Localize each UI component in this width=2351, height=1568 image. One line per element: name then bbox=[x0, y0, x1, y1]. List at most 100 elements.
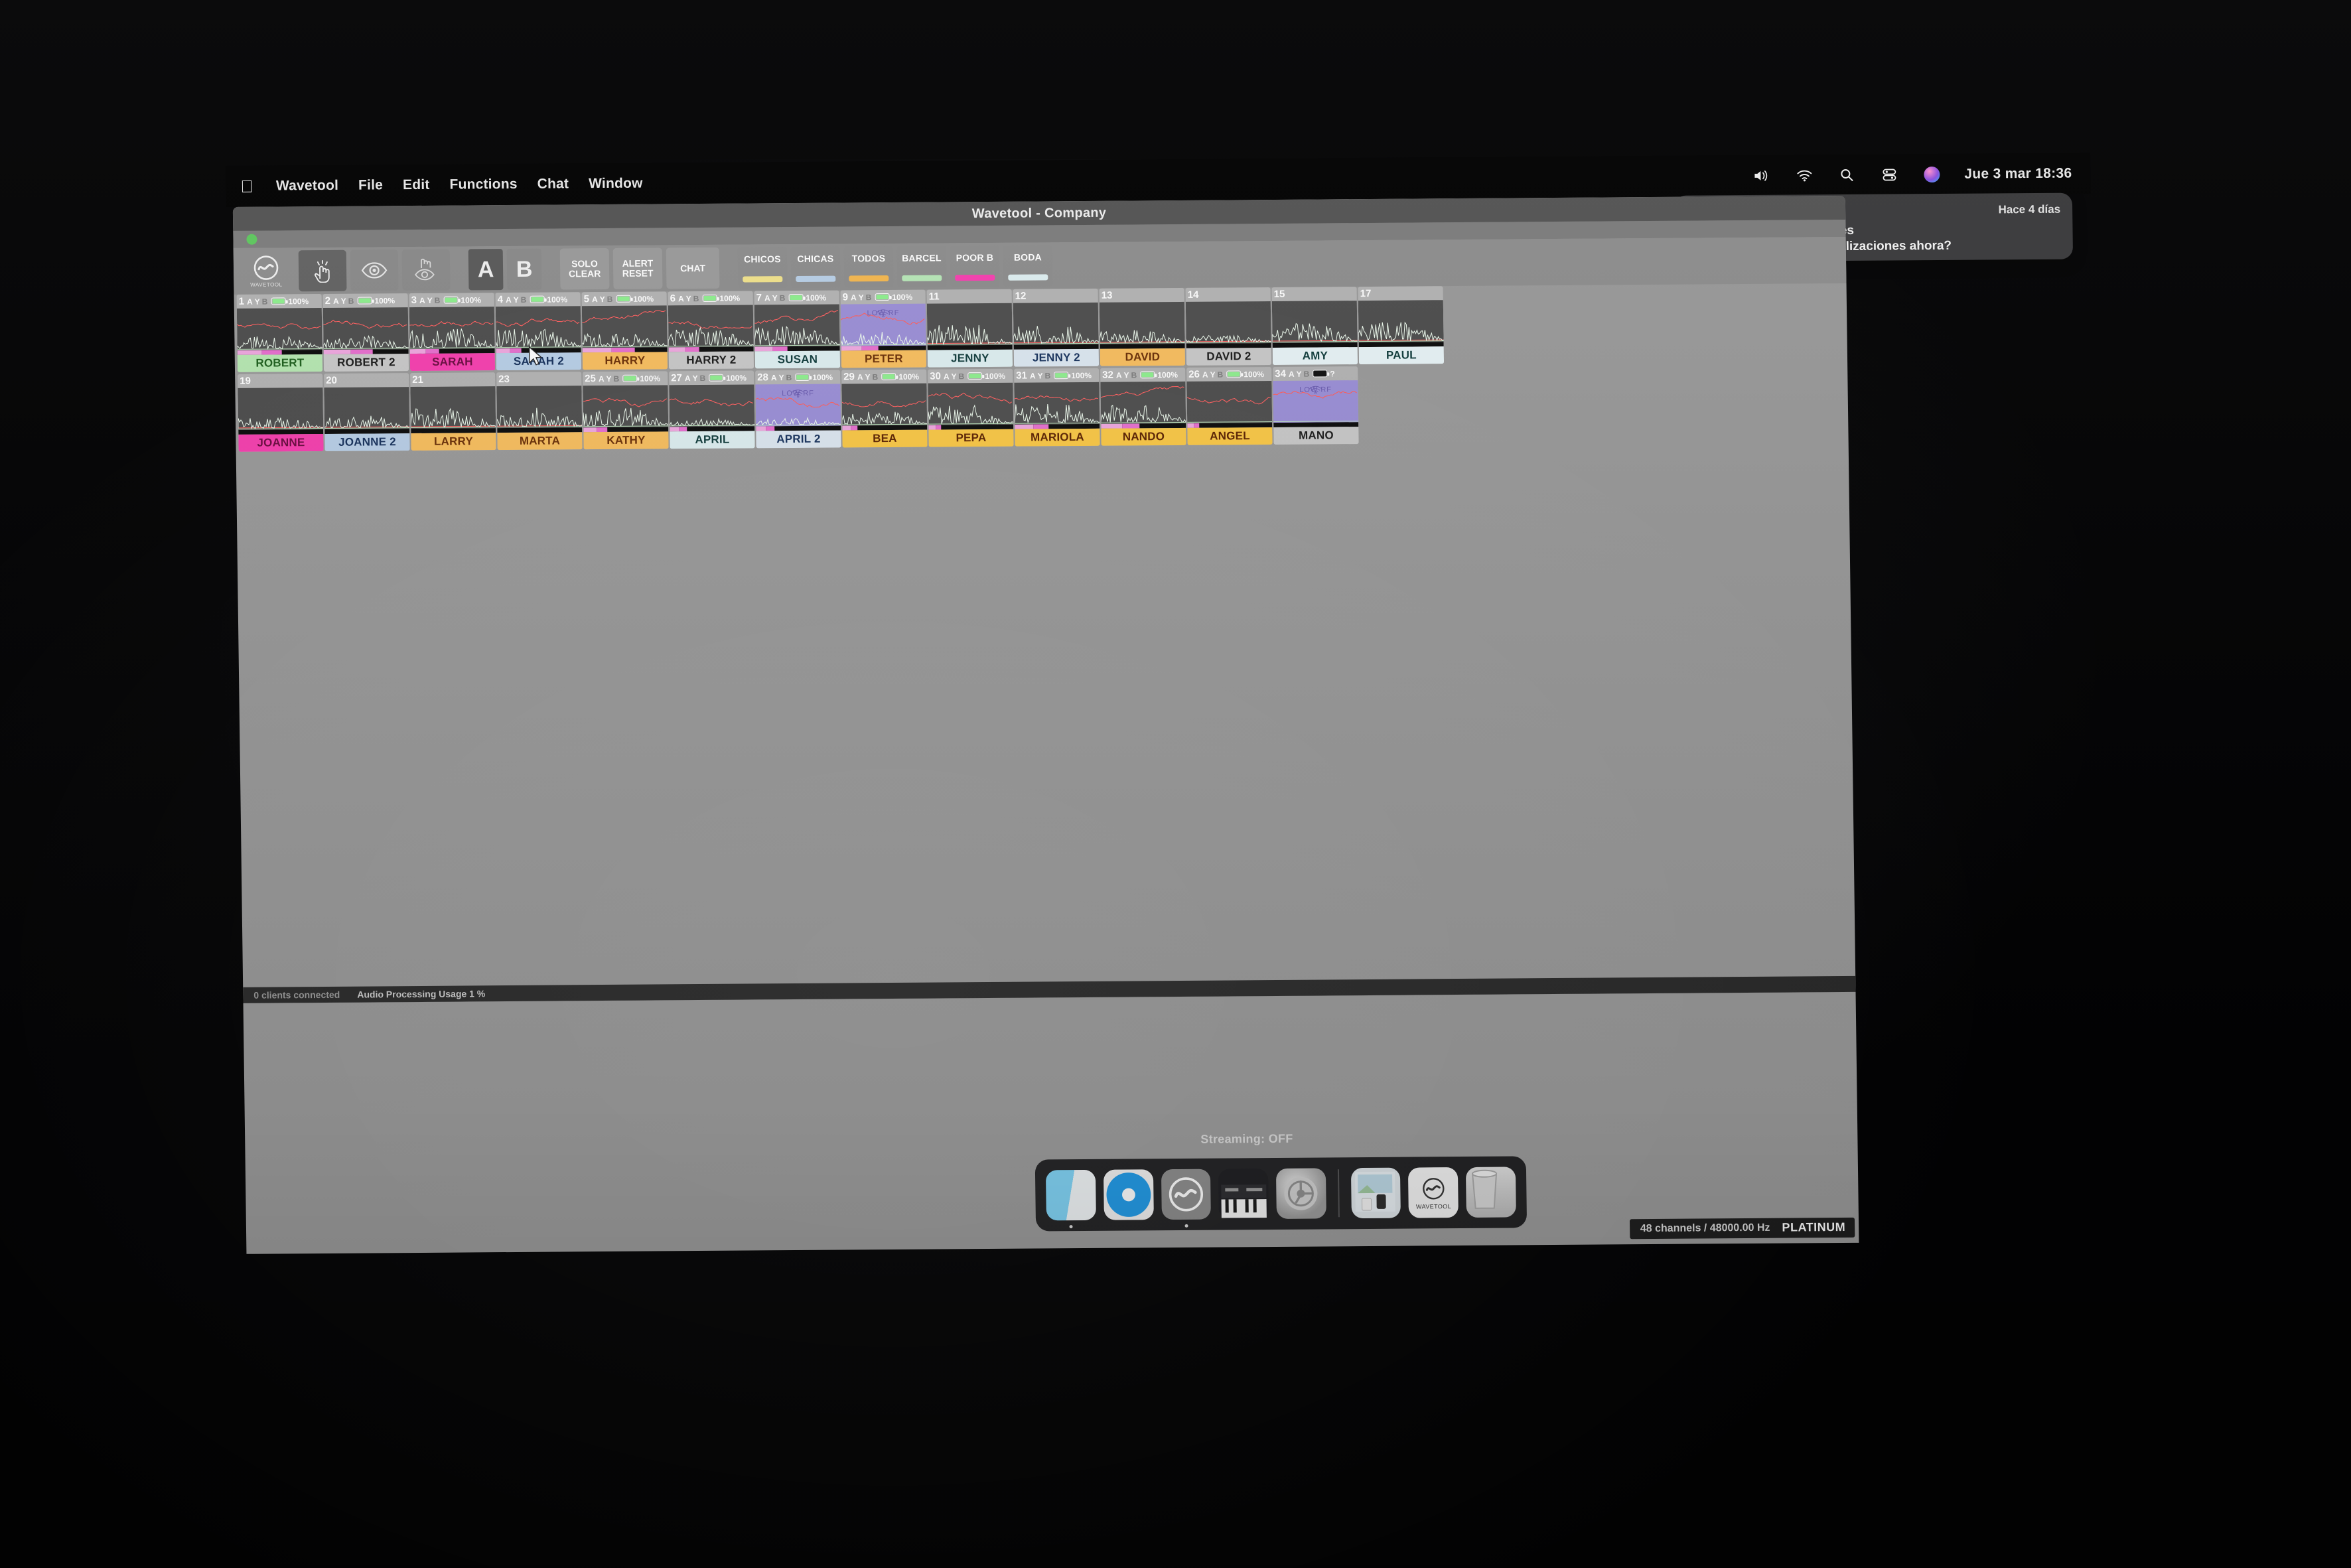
channel-strip[interactable]: 17 PAUL bbox=[1358, 286, 1445, 365]
channel-waveform-display[interactable] bbox=[926, 303, 1013, 346]
channel-waveform-display[interactable] bbox=[236, 307, 322, 350]
channel-waveform-display[interactable] bbox=[1186, 380, 1273, 423]
photo-file-icon[interactable] bbox=[1350, 1167, 1401, 1219]
channel-name-label[interactable]: MARIOLA bbox=[1015, 428, 1100, 447]
channel-strip[interactable]: 28 A Y B 100% LOW RF APRIL 2 bbox=[755, 370, 841, 449]
channel-waveform-display[interactable] bbox=[1358, 300, 1444, 343]
channel-name-label[interactable]: HARRY bbox=[582, 352, 668, 370]
channel-waveform-display[interactable] bbox=[841, 383, 928, 426]
channel-name-label[interactable]: JENNY 2 bbox=[1013, 348, 1100, 367]
channel-strip[interactable]: 30 A Y B 100% PEPA bbox=[928, 368, 1014, 447]
channel-name-label[interactable]: APRIL 2 bbox=[756, 430, 841, 449]
channel-strip[interactable]: 26 A Y B 100% ANGEL bbox=[1186, 366, 1273, 445]
apple-icon[interactable]:  bbox=[240, 177, 253, 196]
eye-target-icon-button[interactable] bbox=[350, 249, 399, 291]
channel-name-label[interactable]: SUSAN bbox=[754, 350, 841, 369]
channel-strip[interactable]: 12 JENNY 2 bbox=[1013, 288, 1100, 367]
channel-waveform-display[interactable] bbox=[410, 386, 496, 429]
wifi-icon[interactable] bbox=[1794, 167, 1814, 184]
channel-strip[interactable]: 11 JENNY bbox=[926, 289, 1013, 368]
channel-waveform-display[interactable]: LOW RF bbox=[755, 384, 841, 427]
channel-strip[interactable]: 9 A Y B 100% LOW RF PETER bbox=[840, 289, 927, 368]
channel-waveform-display[interactable] bbox=[928, 382, 1014, 425]
channel-waveform-display[interactable]: LOW RF bbox=[1273, 380, 1359, 423]
wavetool-app-icon[interactable] bbox=[1161, 1169, 1212, 1228]
bank-b-button[interactable]: B bbox=[506, 248, 542, 291]
menu-functions[interactable]: Functions bbox=[449, 177, 517, 193]
alert-reset-button[interactable]: ALERT RESET bbox=[612, 248, 663, 289]
trash-icon[interactable] bbox=[1466, 1167, 1516, 1218]
channel-name-label[interactable]: JOANNE bbox=[238, 433, 324, 452]
channel-strip[interactable]: 20 JOANNE 2 bbox=[324, 373, 410, 451]
search-icon[interactable] bbox=[1837, 167, 1857, 184]
control-center-icon[interactable] bbox=[1879, 166, 1899, 183]
channel-waveform-display[interactable] bbox=[1014, 382, 1100, 425]
group-button-todos[interactable]: TODOS bbox=[843, 246, 894, 288]
channel-name-label[interactable]: BEA bbox=[842, 429, 928, 448]
channel-strip[interactable]: 1 A Y B 100% ROBERT bbox=[236, 293, 323, 372]
channel-strip[interactable]: 7 A Y B 100% SUSAN bbox=[754, 290, 841, 369]
group-button-chicas[interactable]: CHICAS bbox=[790, 246, 841, 289]
channel-waveform-display[interactable] bbox=[583, 385, 669, 428]
channel-name-label[interactable]: MANO bbox=[1273, 427, 1359, 445]
channel-name-label[interactable]: DAVID 2 bbox=[1186, 348, 1272, 366]
solo-clear-button[interactable]: SOLO CLEAR bbox=[559, 248, 610, 290]
channel-waveform-display[interactable] bbox=[1013, 302, 1099, 345]
channel-waveform-display[interactable] bbox=[668, 305, 754, 348]
menu-edit[interactable]: Edit bbox=[403, 177, 430, 193]
channel-strip[interactable]: 27 A Y B 100% APRIL bbox=[669, 370, 755, 449]
channel-waveform-display[interactable] bbox=[1271, 301, 1358, 343]
menu-wavetool[interactable]: Wavetool bbox=[276, 178, 338, 194]
hand-eye-icon-button[interactable] bbox=[401, 249, 451, 291]
channel-strip[interactable]: 21 LARRY bbox=[410, 372, 496, 451]
group-button-poor-b[interactable]: POOR B bbox=[950, 245, 1000, 287]
channel-name-label[interactable]: ROBERT 2 bbox=[323, 354, 409, 372]
channel-waveform-display[interactable] bbox=[754, 304, 840, 347]
channel-name-label[interactable]: ANGEL bbox=[1187, 427, 1273, 445]
channel-waveform-display[interactable] bbox=[581, 305, 668, 348]
channel-waveform-display[interactable] bbox=[496, 386, 583, 429]
channel-name-label[interactable]: DAVID bbox=[1100, 348, 1186, 366]
channel-strip[interactable]: 32 A Y B 100% NANDO bbox=[1100, 367, 1186, 446]
channel-name-label[interactable]: NANDO bbox=[1101, 427, 1186, 446]
channel-waveform-display[interactable] bbox=[409, 307, 495, 350]
channel-strip[interactable]: 19 JOANNE bbox=[238, 373, 324, 452]
channel-waveform-display[interactable] bbox=[238, 387, 324, 430]
volume-icon[interactable] bbox=[1752, 167, 1772, 184]
channel-strip[interactable]: 5 A Y B 100% HARRY bbox=[581, 291, 668, 370]
group-button-boda[interactable]: BODA bbox=[1003, 245, 1053, 287]
channel-strip[interactable]: 29 A Y B 100% BEA bbox=[841, 369, 928, 448]
hand-tap-icon-button[interactable] bbox=[298, 249, 347, 292]
channel-strip[interactable]: 31 A Y B 100% MARIOLA bbox=[1014, 368, 1100, 447]
channel-waveform-display[interactable]: LOW RF bbox=[840, 303, 926, 346]
channel-waveform-display[interactable] bbox=[1185, 301, 1271, 344]
menu-chat[interactable]: Chat bbox=[537, 176, 569, 192]
channel-name-label[interactable]: MARTA bbox=[497, 432, 583, 451]
channel-waveform-display[interactable] bbox=[1099, 301, 1185, 344]
channel-strip[interactable]: 6 A Y B 100% HARRY 2 bbox=[668, 291, 754, 370]
channel-waveform-display[interactable] bbox=[1100, 381, 1186, 424]
channel-name-label[interactable]: JENNY bbox=[927, 349, 1013, 368]
channel-name-label[interactable]: HARRY 2 bbox=[668, 351, 754, 370]
channel-name-label[interactable]: PETER bbox=[841, 350, 927, 368]
channel-strip[interactable]: 14 DAVID 2 bbox=[1185, 287, 1272, 366]
channel-name-label[interactable]: PEPA bbox=[928, 429, 1014, 447]
channel-waveform-display[interactable] bbox=[669, 384, 755, 427]
finder-icon[interactable] bbox=[1045, 1169, 1096, 1229]
group-button-barcel[interactable]: BARCEL bbox=[896, 246, 947, 287]
wavetool-folder-icon[interactable]: WAVETOOL bbox=[1408, 1167, 1459, 1218]
channel-waveform-display[interactable] bbox=[324, 387, 410, 429]
channel-name-label[interactable]: JOANNE 2 bbox=[324, 433, 410, 451]
channel-waveform-display[interactable] bbox=[322, 307, 409, 350]
channel-name-label[interactable]: PAUL bbox=[1358, 346, 1445, 365]
menubar-clock[interactable]: Jue 3 mar 18:36 bbox=[1964, 166, 2072, 182]
bank-a-button[interactable]: A bbox=[468, 249, 504, 291]
channel-strip[interactable]: 15 AMY bbox=[1271, 287, 1358, 365]
channel-strip[interactable]: 34 A Y B? LOW RF MANO bbox=[1273, 366, 1359, 445]
system-preferences-icon[interactable] bbox=[1275, 1168, 1326, 1219]
channel-name-label[interactable]: KATHY bbox=[583, 431, 669, 450]
logic-pro-icon[interactable] bbox=[1218, 1169, 1269, 1220]
channel-strip[interactable]: 3 A Y B 100% SARAH bbox=[409, 293, 496, 372]
group-button-chicos[interactable]: CHICOS bbox=[737, 247, 788, 289]
safari-icon[interactable] bbox=[1103, 1169, 1154, 1220]
